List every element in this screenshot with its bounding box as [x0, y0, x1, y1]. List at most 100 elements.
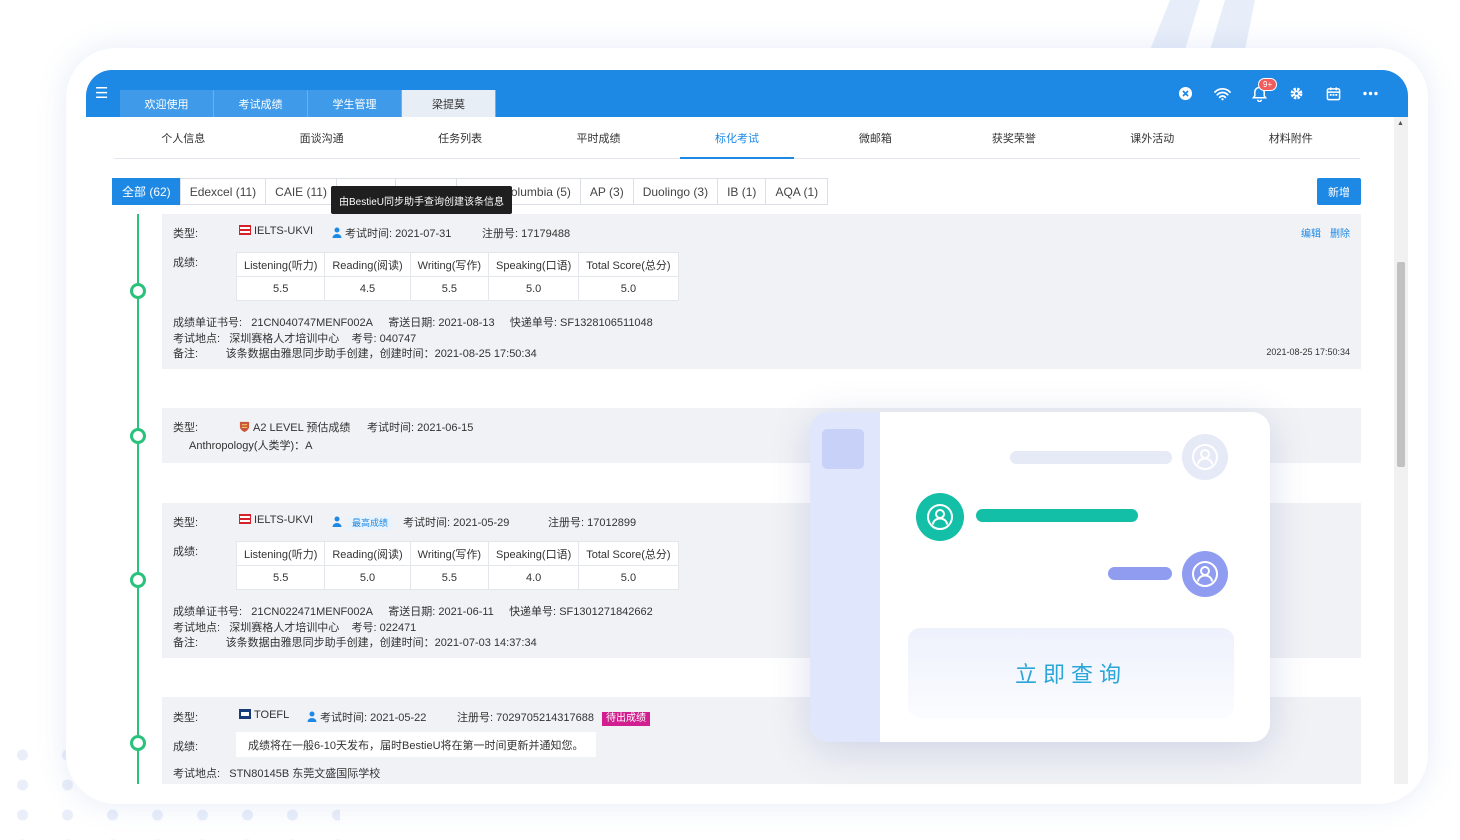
exam-time-label: 考试时间: [345, 228, 393, 240]
gear-icon[interactable] [1287, 84, 1306, 103]
score-value-row: 5.5 5.0 5.5 4.0 5.0 [235, 565, 679, 590]
subnav-awards[interactable]: 获奖荣誉 [945, 117, 1083, 158]
tab-student-management[interactable]: 学生管理 [308, 90, 402, 117]
type-label: 类型: [173, 422, 199, 434]
person-icon[interactable] [332, 516, 342, 527]
exam-type-text: TOEFL [254, 709, 290, 721]
filter-ap[interactable]: AP (3) [579, 178, 634, 205]
chat-bubble-placeholder [1010, 451, 1172, 464]
query-now-button[interactable]: 立即查询 [908, 628, 1234, 718]
assistant-avatar-icon [916, 493, 964, 541]
location-label: 考试地点: [173, 333, 221, 345]
add-button[interactable]: 新增 [1317, 178, 1361, 205]
filter-caie[interactable]: CAIE (11) [265, 178, 337, 205]
tab-student-profile[interactable]: 梁提莫 [402, 90, 496, 117]
exam-time-value: 2021-05-22 [370, 712, 427, 724]
subnav-attachments[interactable]: 材料附件 [1222, 117, 1360, 158]
timeline-dot [130, 572, 146, 588]
reg-no-label: 注册号: [482, 228, 519, 240]
location-label: 考试地点: [173, 622, 221, 634]
chat-bubble-placeholder [976, 509, 1138, 522]
location-line: 考试地点: 深圳赛格人才培训中心 考号: 022471 [173, 619, 416, 635]
score-header: Speaking(口语) [488, 252, 580, 277]
location-value: STN80145B 东莞文盛国际学校 [229, 768, 381, 780]
score-value: 5.0 [578, 276, 679, 301]
location-value: 深圳赛格人才培训中心 [229, 622, 340, 634]
filter-ib[interactable]: IB (1) [717, 178, 767, 205]
express-no-label: 快递单号: [509, 317, 557, 329]
more-icon[interactable] [1361, 84, 1380, 103]
calendar-icon[interactable] [1324, 84, 1343, 103]
remark-label: 备注: [173, 348, 199, 360]
score-label: 成绩: [173, 546, 199, 558]
delete-link[interactable]: 删除 [1330, 225, 1350, 240]
score-header: Total Score(总分) [578, 541, 679, 566]
toefl-logo-icon [239, 709, 251, 719]
exam-time-value: 2021-06-15 [417, 422, 474, 434]
uk-flag-icon [239, 225, 251, 235]
express-no-value: SF1328106511048 [560, 317, 653, 329]
send-date-label: 寄送日期: [388, 317, 436, 329]
remark-label: 备注: [173, 637, 199, 649]
user-avatar-icon [1182, 551, 1228, 597]
exam-time: 最高成绩 考试时间: 2021-05-29 [332, 514, 509, 530]
score-label: 成绩: [173, 257, 199, 269]
reg-no: 注册号: 17179488 [482, 225, 570, 241]
person-icon[interactable] [332, 227, 342, 238]
edit-link[interactable]: 编辑 [1301, 225, 1321, 240]
score-header-row: Listening(听力) Reading(阅读) Writing(写作) Sp… [235, 541, 679, 566]
reg-no-label: 注册号: [548, 517, 585, 529]
subnav-extracurricular[interactable]: 课外活动 [1083, 117, 1221, 158]
subnav-tasks[interactable]: 任务列表 [391, 117, 529, 158]
filter-duolingo[interactable]: Duolingo (3) [632, 178, 719, 205]
tab-exam-scores[interactable]: 考试成绩 [214, 90, 308, 117]
scroll-up-arrow-icon[interactable]: ▲ [1397, 120, 1404, 127]
sub-navigation: 个人信息 面谈沟通 任务列表 平时成绩 标化考试 微邮箱 获奖荣誉 课外活动 材… [114, 117, 1360, 159]
type-label: 类型: [173, 228, 199, 240]
sync-tooltip: 由BestieU同步助手查询创建该条信息 [331, 186, 513, 219]
score-value: 4.5 [324, 276, 411, 301]
filter-edexcel[interactable]: Edexcel (11) [179, 178, 267, 205]
person-icon[interactable] [307, 711, 317, 722]
send-date-value: 2021-06-11 [438, 606, 494, 618]
score-value: 5.5 [235, 276, 326, 301]
score-header: Listening(听力) [235, 252, 326, 277]
exam-type: IELTS-UKVI [239, 514, 313, 526]
filter-aqa[interactable]: AQA (1) [765, 178, 829, 205]
subnav-mailbox[interactable]: 微邮箱 [806, 117, 944, 158]
subnav-interview[interactable]: 面谈沟通 [252, 117, 390, 158]
record-timestamp: 2021-08-25 17:50:34 [1266, 347, 1350, 357]
close-circle-icon[interactable] [1176, 84, 1195, 103]
exam-time-label: 考试时间: [367, 422, 415, 434]
timeline-dot [130, 283, 146, 299]
bell-icon[interactable]: 9+ [1250, 78, 1278, 103]
timeline-dot [130, 735, 146, 751]
filter-all[interactable]: 全部 (62) [112, 178, 181, 205]
score-value-row: 5.5 4.5 5.5 5.0 5.0 [235, 276, 679, 301]
exam-type-text: IELTS-UKVI [254, 514, 314, 526]
subject-result: Anthropology(人类学)：A [189, 440, 313, 452]
exam-time: 考试时间: 2021-05-22 [307, 709, 426, 725]
menu-icon[interactable]: ☰ [95, 86, 108, 101]
express-no-value: SF1301271842662 [559, 606, 653, 618]
top-tabs: 欢迎使用 考试成绩 学生管理 梁提莫 [120, 90, 496, 117]
subnav-standardized-tests[interactable]: 标化考试 [668, 117, 806, 159]
wifi-icon[interactable] [1213, 84, 1232, 103]
subnav-personal-info[interactable]: 个人信息 [114, 117, 252, 158]
express-no-label: 快递单号: [509, 606, 557, 618]
subnav-regular-grades[interactable]: 平时成绩 [529, 117, 667, 158]
score-value: 5.5 [409, 565, 490, 590]
location-value: 深圳赛格人才培训中心 [229, 333, 340, 345]
exam-time: 考试时间: 2021-07-31 [332, 225, 451, 241]
score-value: 5.0 [324, 565, 411, 590]
scrollbar[interactable]: ▲ [1394, 117, 1408, 784]
remark-value: 该条数据由雅思同步助手创建，创建时间：2021-07-03 14:37:34 [225, 637, 537, 649]
scroll-thumb[interactable] [1397, 262, 1405, 467]
popup-sidebar-block [822, 429, 864, 469]
pending-score-tag: 待出成绩 [602, 712, 651, 726]
user-avatar-icon [1182, 434, 1228, 480]
tab-welcome[interactable]: 欢迎使用 [120, 90, 214, 117]
exam-record-card: 类型: IELTS-UKVI 考试时间: 2021-07-31 注册号: 171… [162, 214, 1361, 369]
pending-note: 成绩将在一般6-10天发布，届时BestieU将在第一时间更新并通知您。 [236, 732, 596, 757]
exam-no-label: 考号: [351, 333, 377, 345]
